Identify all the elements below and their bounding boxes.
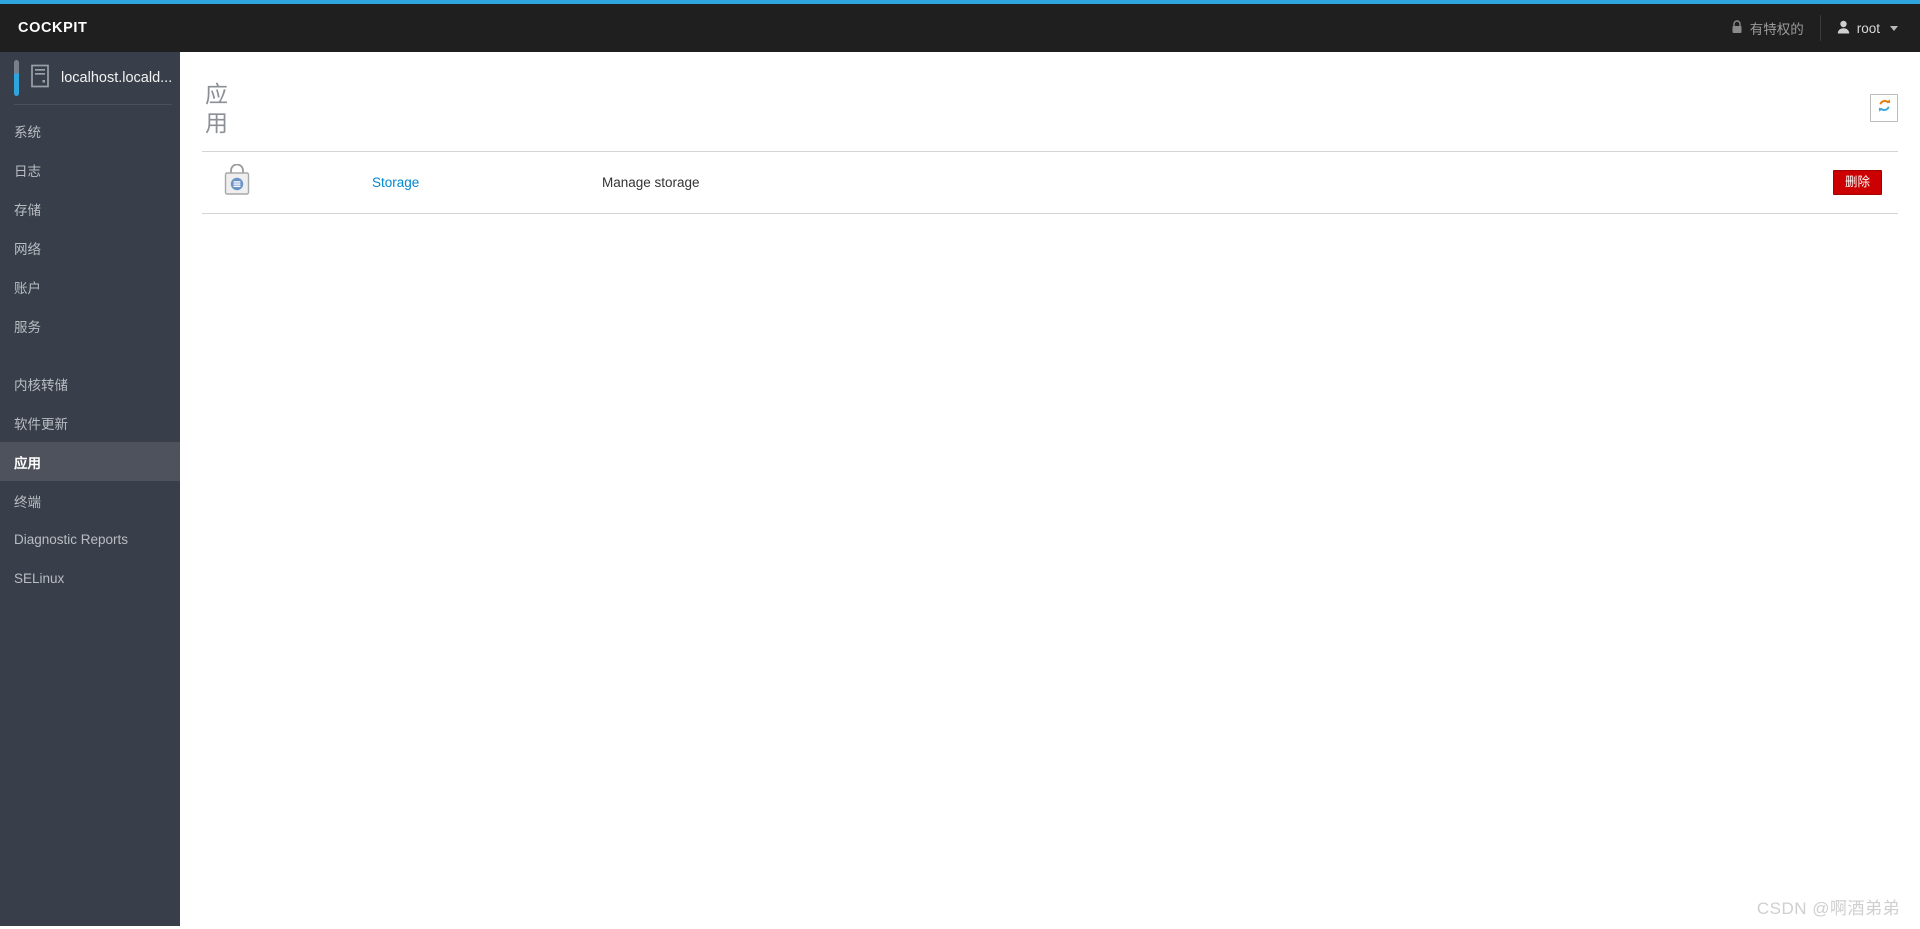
sidebar-item-label: 账户 <box>14 280 41 296</box>
sidebar-item-system[interactable]: 系统 <box>0 111 180 150</box>
main-content: 应用 Storage Manage storage 删除 CSDN @啊酒弟弟 <box>180 52 1920 929</box>
sidebar-item-label: 服务 <box>14 319 41 335</box>
app-name-cell: Storage <box>372 174 602 192</box>
app-shell: localhost.locald... 系统 日志 存储 网络 账户 服务 内核… <box>0 52 1920 929</box>
refresh-button[interactable] <box>1870 94 1898 122</box>
watermark: CSDN @啊酒弟弟 <box>1756 899 1900 918</box>
sidebar-item-label: 日志 <box>14 163 41 179</box>
sidebar-item-accounts[interactable]: 账户 <box>0 267 180 306</box>
sidebar: localhost.locald... 系统 日志 存储 网络 账户 服务 内核… <box>0 52 180 926</box>
server-icon <box>30 64 50 93</box>
sidebar-item-label: Diagnostic Reports <box>14 532 129 547</box>
brand-logo[interactable]: COCKPIT <box>18 20 87 36</box>
user-label: root <box>1856 20 1880 36</box>
host-name: localhost.locald... <box>61 70 173 86</box>
sidebar-item-label: 内核转储 <box>14 377 68 393</box>
sidebar-item-software-updates[interactable]: 软件更新 <box>0 403 180 442</box>
app-description-cell: Manage storage <box>602 174 1833 192</box>
sidebar-item-network[interactable]: 网络 <box>0 228 180 267</box>
app-icon-cell <box>202 163 372 201</box>
page-header: 应用 <box>202 52 1898 152</box>
sidebar-item-label: 应用 <box>14 455 41 471</box>
sidebar-item-applications[interactable]: 应用 <box>0 442 180 481</box>
masthead: COCKPIT 有特权的 root <box>0 4 1920 52</box>
sidebar-item-label: 存储 <box>14 202 41 218</box>
sidebar-item-label: 网络 <box>14 241 41 257</box>
refresh-icon <box>1877 98 1892 118</box>
privileged-indicator[interactable]: 有特权的 <box>1715 4 1820 52</box>
sidebar-item-label: SELinux <box>14 571 65 586</box>
sidebar-item-storage[interactable]: 存储 <box>0 189 180 228</box>
lock-icon <box>1731 19 1743 37</box>
app-package-icon <box>222 163 252 201</box>
sidebar-item-logs[interactable]: 日志 <box>0 150 180 189</box>
user-menu[interactable]: root <box>1821 4 1920 52</box>
remove-app-button[interactable]: 删除 <box>1832 169 1882 196</box>
sidebar-item-selinux[interactable]: SELinux <box>0 559 180 598</box>
sidebar-host-selector[interactable]: localhost.locald... <box>0 52 180 104</box>
sidebar-item-label: 系统 <box>14 124 41 140</box>
sidebar-item-kernel-dump[interactable]: 内核转储 <box>0 364 180 403</box>
sidebar-item-terminal[interactable]: 终端 <box>0 481 180 520</box>
table-row[interactable]: Storage Manage storage 删除 <box>202 152 1898 214</box>
sidebar-item-label: 终端 <box>14 494 41 510</box>
privileged-label: 有特权的 <box>1749 22 1804 37</box>
sidebar-nav-gap <box>0 345 180 358</box>
app-action-cell: 删除 <box>1832 169 1898 196</box>
sidebar-nav-primary: 系统 日志 存储 网络 账户 服务 <box>0 105 180 345</box>
sidebar-item-diagnostic-reports[interactable]: Diagnostic Reports <box>0 520 180 559</box>
sidebar-item-services[interactable]: 服务 <box>0 306 180 345</box>
sidebar-nav-secondary: 内核转储 软件更新 应用 终端 Diagnostic Reports SELin… <box>0 358 180 598</box>
chevron-down-icon <box>1890 25 1898 31</box>
user-icon <box>1837 20 1850 37</box>
page-title: 应用 <box>205 81 228 136</box>
host-status-indicator <box>14 60 19 96</box>
sidebar-item-label: 软件更新 <box>14 416 68 432</box>
masthead-actions: 有特权的 root <box>1715 4 1920 52</box>
app-name-link[interactable]: Storage <box>372 175 419 190</box>
app-description: Manage storage <box>602 174 700 190</box>
